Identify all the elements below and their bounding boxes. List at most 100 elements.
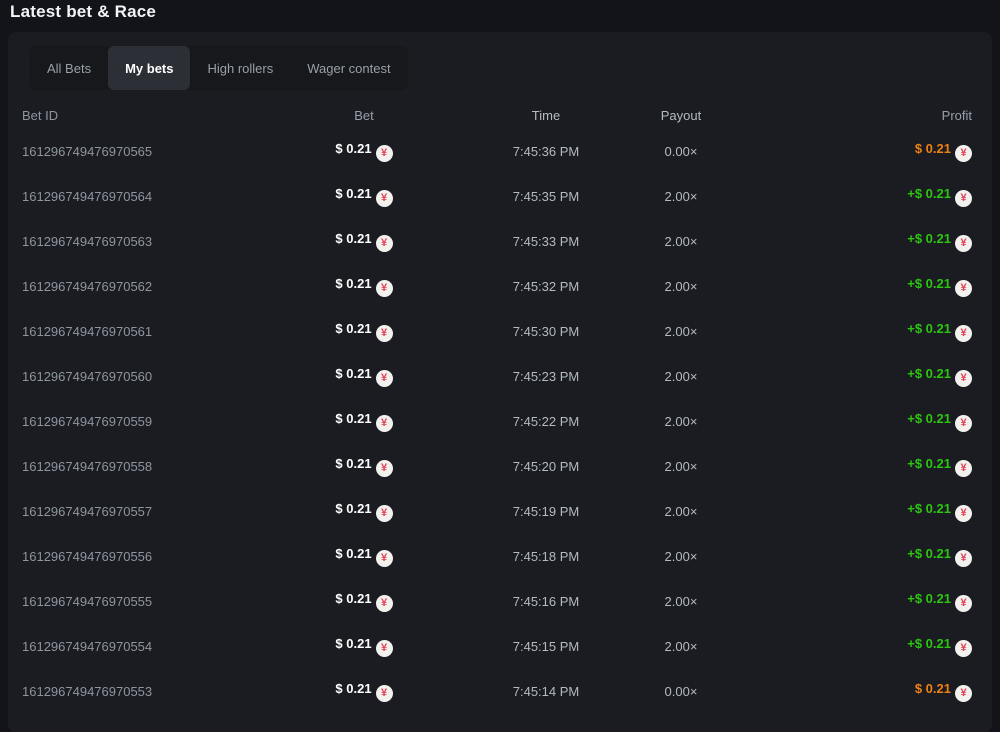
- tab-label: High rollers: [207, 61, 273, 76]
- jpy-coin-icon: ¥: [955, 190, 972, 207]
- profit-cell: +$ 0.21 ¥: [756, 501, 972, 522]
- bet-id-cell: 161296749476970555: [22, 594, 242, 609]
- table-row[interactable]: 161296749476970558 $ 0.21¥ 7:45:20 PM 2.…: [22, 444, 972, 489]
- jpy-coin-icon: ¥: [376, 145, 393, 162]
- table-row[interactable]: 161296749476970563 $ 0.21 ¥ 7:45:33 PM 2.…: [22, 219, 972, 264]
- table-row[interactable]: 161296749476970554 $ 0.21¥ 7:45:15 PM 2.…: [22, 624, 972, 669]
- payout-cell: 0.00×: [606, 144, 756, 159]
- jpy-coin-icon: ¥: [376, 595, 393, 612]
- time-cell: 7:45:19 PM: [486, 504, 606, 519]
- payout-cell: 2.00×: [606, 594, 756, 609]
- profit-cell: $ 0.21 ¥: [756, 141, 972, 162]
- profit-amount: +$ 0.21: [907, 411, 951, 426]
- jpy-coin-icon: ¥: [376, 685, 393, 702]
- bet-id-cell: 161296749476970557: [22, 504, 242, 519]
- jpy-coin-icon: ¥: [376, 235, 393, 252]
- column-header-bet: Bet: [242, 108, 486, 123]
- jpy-coin-icon: ¥: [955, 235, 972, 252]
- bet-amount: $ 0.21: [335, 411, 371, 426]
- jpy-coin-icon: ¥: [376, 415, 393, 432]
- profit-cell: +$ 0.21¥: [756, 546, 972, 567]
- bet-amount: $ 0.21: [335, 591, 371, 606]
- tab-label: Wager contest: [307, 61, 390, 76]
- tab-high-rollers[interactable]: High rollers: [190, 46, 290, 90]
- table-row[interactable]: 161296749476970565 $ 0.21 ¥ 7:45:36 PM 0.…: [22, 129, 972, 174]
- time-cell: 7:45:33 PM: [486, 234, 606, 249]
- bet-amount: $ 0.21: [335, 681, 371, 696]
- bet-id-cell: 161296749476970562: [22, 279, 242, 294]
- profit-cell: +$ 0.21¥: [756, 366, 972, 387]
- bet-id-cell: 161296749476970563: [22, 234, 242, 249]
- payout-cell: 2.00×: [606, 639, 756, 654]
- profit-amount: $ 0.21: [915, 681, 951, 696]
- tab-label: All Bets: [47, 61, 91, 76]
- bet-amount: $ 0.21: [335, 366, 371, 381]
- time-cell: 7:45:23 PM: [486, 369, 606, 384]
- jpy-coin-icon: ¥: [955, 685, 972, 702]
- profit-amount: +$ 0.21: [907, 456, 951, 471]
- bet-id-cell: 161296749476970558: [22, 459, 242, 474]
- tab-my-bets[interactable]: My bets: [108, 46, 190, 90]
- table-row[interactable]: 161296749476970560 $ 0.21¥ 7:45:23 PM 2.…: [22, 354, 972, 399]
- profit-amount: +$ 0.21: [907, 636, 951, 651]
- profit-amount: $ 0.21: [915, 141, 951, 156]
- jpy-coin-icon: ¥: [955, 325, 972, 342]
- time-cell: 7:45:14 PM: [486, 684, 606, 699]
- time-cell: 7:45:20 PM: [486, 459, 606, 474]
- profit-cell: +$ 0.21¥: [756, 321, 972, 342]
- jpy-coin-icon: ¥: [955, 505, 972, 522]
- profit-amount: +$ 0.21: [907, 276, 951, 291]
- tab-label: My bets: [125, 61, 173, 76]
- table-row[interactable]: 161296749476970562 $ 0.21¥ 7:45:32 PM 2.…: [22, 264, 972, 309]
- payout-cell: 2.00×: [606, 549, 756, 564]
- bets-tab-list: All Bets My bets High rollers Wager cont…: [30, 46, 408, 90]
- jpy-coin-icon: ¥: [955, 280, 972, 297]
- column-header-bet-id: Bet ID: [22, 108, 242, 123]
- bet-cell: $ 0.21¥: [242, 636, 486, 657]
- bet-cell: $ 0.21¥: [242, 456, 486, 477]
- table-row[interactable]: 161296749476970559 $ 0.21¥ 7:45:22 PM 2.…: [22, 399, 972, 444]
- column-header-profit: Profit: [756, 108, 972, 123]
- time-cell: 7:45:22 PM: [486, 414, 606, 429]
- bet-id-cell: 161296749476970565: [22, 144, 242, 159]
- profit-amount: +$ 0.21: [907, 501, 951, 516]
- time-cell: 7:45:30 PM: [486, 324, 606, 339]
- bet-id-cell: 161296749476970561: [22, 324, 242, 339]
- tab-wager-contest[interactable]: Wager contest: [290, 46, 407, 90]
- table-row[interactable]: 161296749476970557 $ 0.21¥ 7:45:19 PM 2.…: [22, 489, 972, 534]
- payout-cell: 2.00×: [606, 279, 756, 294]
- tab-all-bets[interactable]: All Bets: [30, 46, 108, 90]
- bet-cell: $ 0.21¥: [242, 366, 486, 387]
- payout-cell: 2.00×: [606, 234, 756, 249]
- jpy-coin-icon: ¥: [955, 550, 972, 567]
- table-header-row: Bet ID Bet Time Payout Profit: [22, 108, 972, 123]
- table-row[interactable]: 161296749476970561 $ 0.21¥ 7:45:30 PM 2.…: [22, 309, 972, 354]
- profit-cell: +$ 0.21¥: [756, 636, 972, 657]
- table-row[interactable]: 161296749476970564 $ 0.21¥ 7:45:35 PM 2.…: [22, 174, 972, 219]
- time-cell: 7:45:32 PM: [486, 279, 606, 294]
- payout-cell: 2.00×: [606, 414, 756, 429]
- jpy-coin-icon: ¥: [376, 325, 393, 342]
- bet-id-cell: 161296749476970564: [22, 189, 242, 204]
- time-cell: 7:45:36 PM: [486, 144, 606, 159]
- bet-id-cell: 161296749476970556: [22, 549, 242, 564]
- profit-cell: +$ 0.21 ¥: [756, 186, 972, 207]
- bet-amount: $ 0.21: [335, 546, 371, 561]
- profit-amount: +$ 0.21: [907, 231, 951, 246]
- column-header-time: Time: [486, 108, 606, 123]
- bet-amount: $ 0.21: [335, 231, 371, 246]
- table-row[interactable]: 161296749476970556 $ 0.21 ¥ 7:45:18 PM 2.…: [22, 534, 972, 579]
- time-cell: 7:45:18 PM: [486, 549, 606, 564]
- jpy-coin-icon: ¥: [955, 145, 972, 162]
- bet-cell: $ 0.21¥: [242, 501, 486, 522]
- profit-amount: +$ 0.21: [907, 186, 951, 201]
- table-row[interactable]: 161296749476970555 $ 0.21¥ 7:45:16 PM 2.…: [22, 579, 972, 624]
- bet-cell: $ 0.21¥: [242, 186, 486, 207]
- table-row[interactable]: 161296749476970553 $ 0.21¥ 7:45:14 PM 0.…: [22, 669, 972, 714]
- jpy-coin-icon: ¥: [955, 370, 972, 387]
- bet-amount: $ 0.21: [335, 501, 371, 516]
- time-cell: 7:45:15 PM: [486, 639, 606, 654]
- payout-cell: 2.00×: [606, 189, 756, 204]
- bet-id-cell: 161296749476970553: [22, 684, 242, 699]
- jpy-coin-icon: ¥: [376, 280, 393, 297]
